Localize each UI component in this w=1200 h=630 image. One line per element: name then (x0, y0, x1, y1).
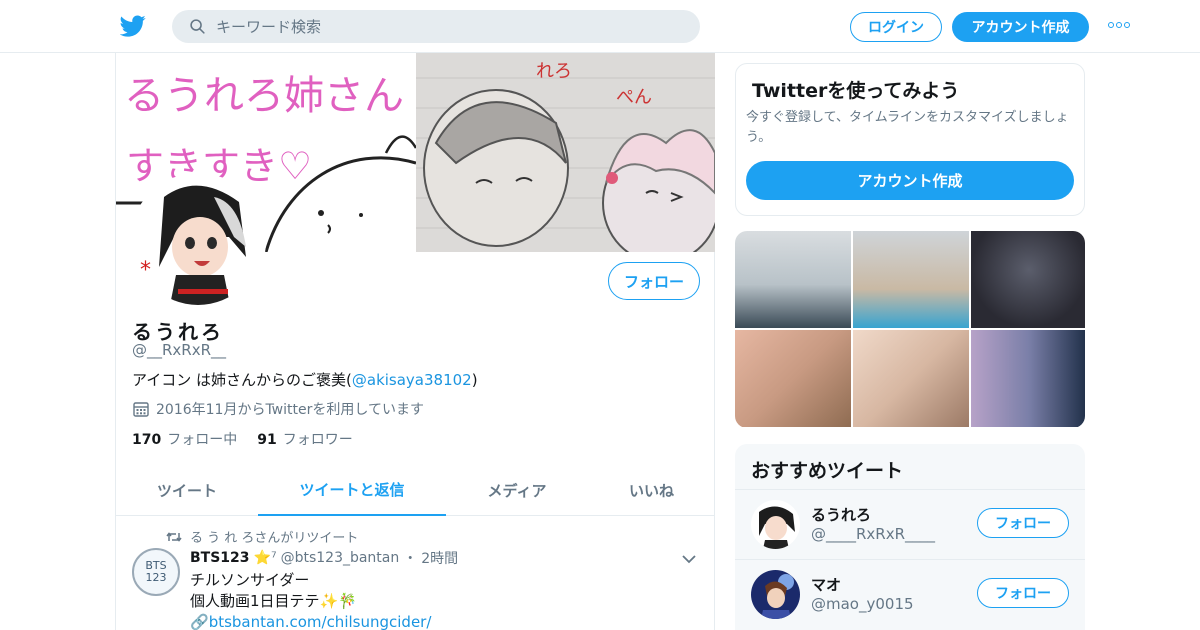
suggestion-row[interactable]: るうれろ @____RxRxR____ フォロー (735, 489, 1085, 559)
banner-sketch-text2: ぺん (616, 87, 652, 108)
joined-text: 2016年11月からTwitterを利用しています (156, 402, 424, 418)
tweet-text: チルソンサイダー 個人動画1日目テテ✨🎋 🔗btsbantan.com/chil… (190, 570, 431, 630)
media-thumb[interactable] (853, 330, 969, 427)
banner-sketch-image: れろ ぺん (416, 53, 715, 252)
more-dots-icon[interactable] (1108, 22, 1130, 30)
tab-media[interactable]: メディア (446, 465, 588, 516)
following-stat[interactable]: 170 フォロー中 (132, 429, 237, 449)
suggestion-handle: @mao_y0015 (811, 595, 914, 613)
suggestion-follow-button[interactable]: フォロー (977, 578, 1069, 608)
profile-column: るうれろ姉さん すきすき♡ れろ ぺん * フォロー るうれろ @__RxRxR… (115, 53, 715, 630)
retweet-icon (166, 531, 182, 542)
tweet-separator: ・ (403, 551, 418, 567)
tweet-author-avatar[interactable]: BTS 123 (132, 548, 180, 596)
suggestion-row[interactable]: マオ @mao_y0015 フォロー (735, 559, 1085, 629)
profile-avatar[interactable]: * (130, 173, 266, 309)
suggestion-avatar[interactable] (751, 570, 800, 619)
author-badges: ⭐⁷ (253, 550, 277, 566)
tweet-author-name[interactable]: BTS123 (190, 550, 250, 566)
media-thumb[interactable] (735, 330, 851, 427)
joined-date: 2016年11月からTwitterを利用しています (132, 399, 424, 419)
search-bar[interactable] (172, 10, 700, 43)
tab-likes[interactable]: いいね (588, 465, 715, 516)
media-thumb[interactable] (735, 231, 851, 328)
top-navigation-bar: ログイン アカウント作成 (0, 0, 1200, 53)
tab-tweets-and-replies[interactable]: ツイートと返信 (258, 465, 446, 516)
tweet-link-line: 🔗btsbantan.com/chilsungcider/ (190, 612, 431, 630)
followers-stat[interactable]: 91 フォロワー (257, 429, 352, 449)
bio-text-close: ) (471, 371, 478, 389)
suggested-tweets-card: おすすめツイート るうれろ @____RxRxR____ フォロー マオ @ma (735, 444, 1085, 630)
suggestion-name[interactable]: マオ (811, 574, 841, 595)
signup-button[interactable]: アカウント作成 (952, 12, 1089, 42)
avatar-illustration: * (134, 177, 262, 305)
signup-card-description: 今すぐ登録して、タイムラインをカスタマイズしましょう。 (746, 110, 1069, 145)
signup-card: Twitterを使ってみよう 今すぐ登録して、タイムラインをカスタマイズしましょ… (735, 63, 1085, 216)
suggestion-avatar-image (751, 570, 800, 619)
retweet-context: る う れ ろさんがリツイート (166, 527, 358, 546)
media-thumb[interactable] (971, 330, 1085, 427)
suggestion-follow-button[interactable]: フォロー (977, 508, 1069, 538)
bio-mention-link[interactable]: @akisaya38102 (352, 371, 472, 389)
media-thumb[interactable] (971, 231, 1085, 328)
tweet-line2: 個人動画1日目テテ✨🎋 (190, 592, 357, 610)
chevron-down-icon[interactable] (682, 554, 696, 564)
banner-sketch-text1: れろ (536, 61, 572, 82)
follow-counts: 170 フォロー中 91 フォロワー (132, 429, 353, 449)
profile-handle: @__RxRxR__ (132, 341, 227, 359)
link-icon: 🔗 (190, 613, 209, 630)
bio-text: アイコン は姉さんからのご褒美( (132, 371, 352, 389)
suggestion-avatar[interactable] (751, 500, 800, 549)
tweet-item[interactable]: る う れ ろさんがリツイート BTS 123 BTS123 ⭐⁷ @bts12… (116, 516, 715, 630)
tweet-header: BTS123 ⭐⁷ @bts123_bantan ・ 2時間 (190, 548, 458, 568)
suggested-title: おすすめツイート (751, 460, 904, 482)
media-thumb[interactable] (853, 231, 969, 328)
profile-bio: アイコン は姉さんからのご褒美(@akisaya38102) (132, 369, 478, 390)
tab-tweets[interactable]: ツイート (116, 465, 258, 516)
follow-button[interactable]: フォロー (608, 262, 700, 300)
media-grid (735, 231, 1085, 428)
suggestion-handle: @____RxRxR____ (811, 525, 936, 543)
signup-card-title: Twitterを使ってみよう (752, 80, 960, 102)
calendar-icon (133, 402, 149, 417)
suggestion-avatar-image (751, 500, 800, 549)
tweet-line1: チルソンサイダー (190, 571, 310, 589)
followers-count: 91 (257, 432, 277, 448)
profile-tabs: ツイート ツイートと返信 メディア いいね (116, 465, 715, 516)
followers-label: フォロワー (282, 432, 353, 448)
search-input[interactable] (216, 10, 686, 43)
retweet-text: る う れ ろさんがリツイート (190, 531, 359, 546)
following-label: フォロー中 (167, 432, 238, 448)
login-button[interactable]: ログイン (850, 12, 942, 42)
avatar-text-bottom: 123 (145, 571, 167, 584)
tweet-time[interactable]: 2時間 (421, 548, 458, 568)
tweet-link[interactable]: btsbantan.com/chilsungcider/ (209, 613, 432, 630)
following-count: 170 (132, 432, 162, 448)
tweet-author-handle[interactable]: @bts123_bantan (281, 550, 400, 566)
search-icon (190, 19, 205, 34)
twitter-bird-icon[interactable] (120, 13, 146, 39)
suggestion-name[interactable]: るうれろ (811, 504, 871, 525)
signup-card-button[interactable]: アカウント作成 (746, 161, 1074, 200)
svg-text:*: * (140, 258, 151, 283)
